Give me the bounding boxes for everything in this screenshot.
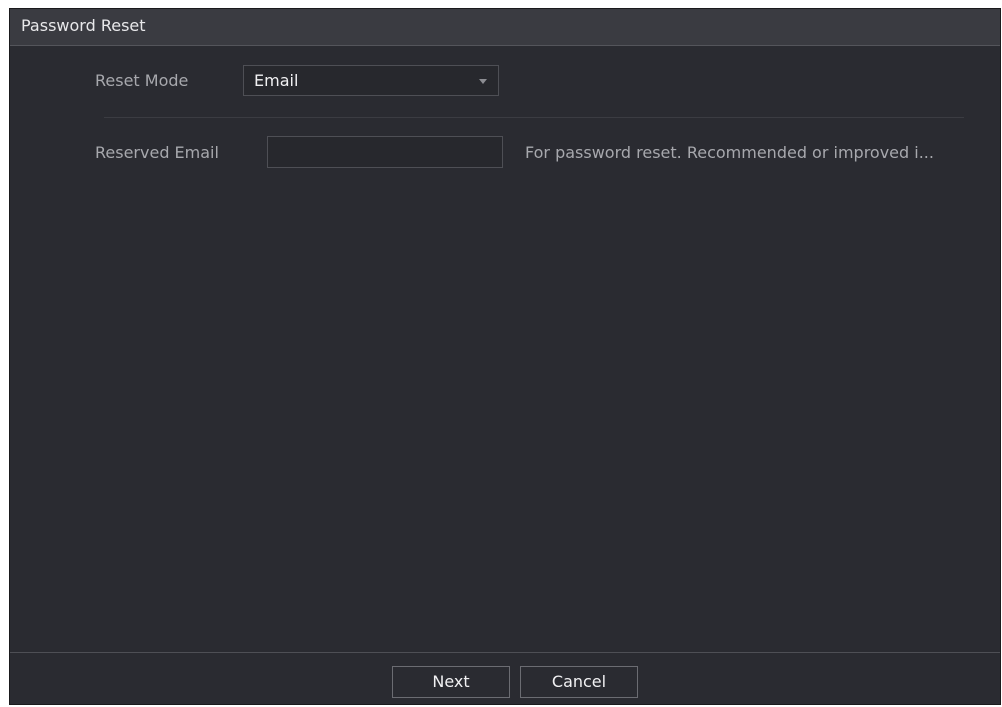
section-divider bbox=[104, 117, 964, 118]
reset-mode-select[interactable]: Email bbox=[243, 65, 499, 96]
dialog-titlebar: Password Reset bbox=[10, 9, 1000, 46]
cancel-button[interactable]: Cancel bbox=[520, 666, 638, 698]
reserved-email-label: Reserved Email bbox=[95, 143, 219, 162]
next-button[interactable]: Next bbox=[392, 666, 510, 698]
reset-mode-label: Reset Mode bbox=[95, 71, 189, 90]
reset-mode-value: Email bbox=[254, 71, 299, 90]
password-reset-dialog: Password Reset Reset Mode Email Reserved… bbox=[9, 8, 1001, 705]
footer-divider bbox=[10, 652, 1000, 653]
dialog-title: Password Reset bbox=[21, 16, 146, 35]
reserved-email-input[interactable] bbox=[267, 136, 503, 168]
reserved-email-hint: For password reset. Recommended or impro… bbox=[525, 143, 934, 162]
caret-down-icon bbox=[479, 79, 487, 84]
